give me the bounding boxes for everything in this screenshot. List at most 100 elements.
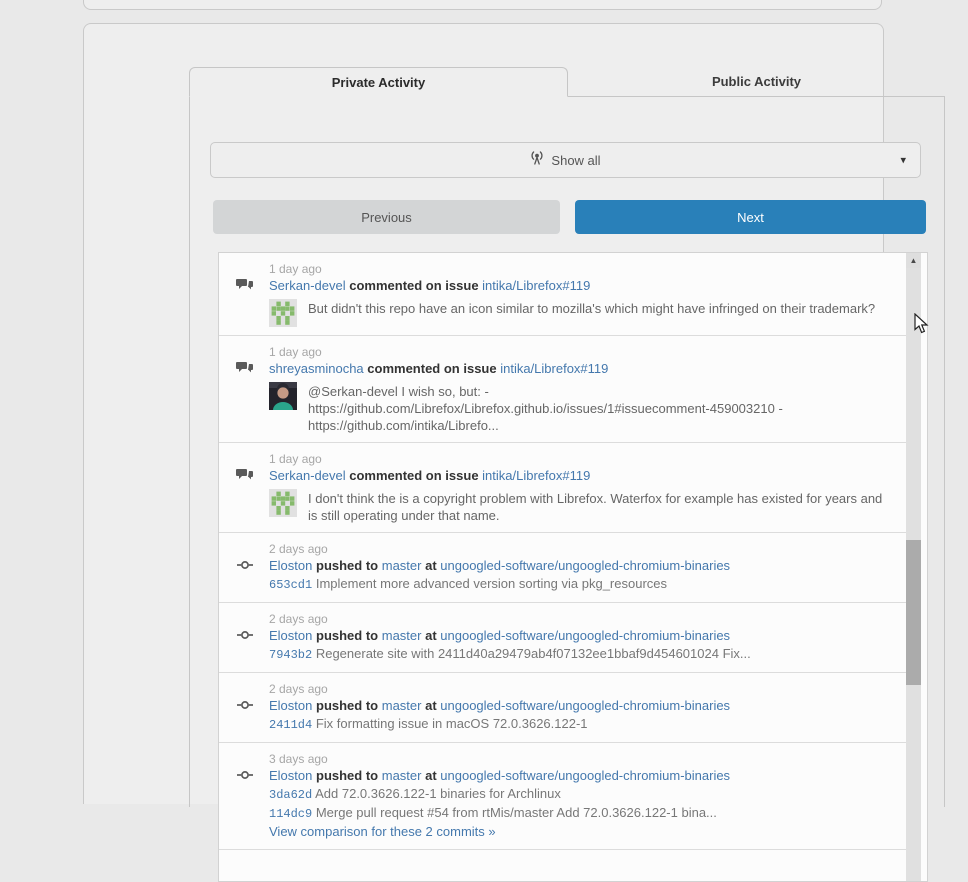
- activity-feed: 1 day ago Serkan-devel commented on issu…: [218, 252, 928, 882]
- at-text: at: [425, 768, 437, 783]
- commit-message: Merge pull request #54 from rtMis/master…: [312, 805, 717, 820]
- avatar[interactable]: [269, 382, 297, 410]
- commit-sha-link[interactable]: 7943b2: [269, 648, 312, 662]
- feed-item-body: 1 day ago Serkan-devel commented on issu…: [269, 451, 892, 524]
- timestamp: 1 day ago: [269, 452, 322, 466]
- timestamp: 2 days ago: [269, 612, 328, 626]
- actor-link[interactable]: shreyasminocha: [269, 361, 364, 376]
- scroll-up-arrow-icon[interactable]: ▲: [906, 253, 921, 268]
- timestamp: 2 days ago: [269, 542, 328, 556]
- commit-sha-link[interactable]: 114dc9: [269, 807, 312, 821]
- commit-line: 7943b2 Regenerate site with 2411d40a2947…: [269, 645, 892, 664]
- action-text: commented on issue: [367, 361, 497, 376]
- commit-line: 3da62d Add 72.0.3626.122-1 binaries for …: [269, 785, 892, 804]
- action-text: commented on issue: [349, 278, 479, 293]
- feed-item-push[interactable]: 2 days ago Eloston pushed to master at u…: [219, 673, 906, 743]
- repo-link[interactable]: ungoogled-software/ungoogled-chromium-bi…: [440, 558, 730, 573]
- actor-link[interactable]: Eloston: [269, 768, 312, 783]
- actor-link[interactable]: Eloston: [269, 558, 312, 573]
- feed-scrollbar[interactable]: ▲: [906, 253, 921, 881]
- actor-link[interactable]: Serkan-devel: [269, 468, 346, 483]
- event-line: Serkan-devel commented on issue intika/L…: [269, 467, 892, 485]
- at-text: at: [425, 558, 437, 573]
- timestamp: 1 day ago: [269, 262, 322, 276]
- feed-item-comment[interactable]: 1 day ago Serkan-devel commented on issu…: [219, 253, 906, 336]
- commit-list: 2411d4 Fix formatting issue in macOS 72.…: [269, 715, 892, 734]
- feed-item-body: 2 days ago Eloston pushed to master at u…: [269, 611, 892, 664]
- at-text: at: [425, 628, 437, 643]
- feed-item-push[interactable]: 3 days ago Eloston pushed to master at u…: [219, 743, 906, 850]
- at-text: at: [425, 698, 437, 713]
- action-text: pushed to: [316, 558, 379, 573]
- actor-link[interactable]: Eloston: [269, 628, 312, 643]
- activity-filter-dropdown[interactable]: Show all ▾: [210, 142, 921, 178]
- feed-rows: 1 day ago Serkan-devel commented on issu…: [219, 253, 906, 850]
- timestamp: 1 day ago: [269, 345, 322, 359]
- action-text: pushed to: [316, 768, 379, 783]
- event-line: Eloston pushed to master at ungoogled-so…: [269, 627, 892, 645]
- comment-text: But didn't this repo have an icon simila…: [308, 301, 876, 316]
- avatar[interactable]: [269, 299, 297, 327]
- branch-link[interactable]: master: [382, 558, 422, 573]
- next-button[interactable]: Next: [575, 200, 926, 234]
- issue-link[interactable]: intika/Librefox#119: [482, 468, 590, 483]
- feed-item-body: 1 day ago shreyasminocha commented on is…: [269, 344, 892, 434]
- event-line: Eloston pushed to master at ungoogled-so…: [269, 557, 892, 575]
- previous-button[interactable]: Previous: [213, 200, 560, 234]
- commit-message: Regenerate site with 2411d40a29479ab4f07…: [312, 646, 751, 661]
- commit-sha-link[interactable]: 2411d4: [269, 718, 312, 732]
- tab-private-activity[interactable]: Private Activity: [189, 67, 568, 97]
- comment-body: But didn't this repo have an icon simila…: [269, 299, 892, 327]
- commit-sha-link[interactable]: 3da62d: [269, 788, 312, 802]
- commit-message: Implement more advanced version sorting …: [312, 576, 668, 591]
- repo-link[interactable]: ungoogled-software/ungoogled-chromium-bi…: [440, 698, 730, 713]
- commit-list: 3da62d Add 72.0.3626.122-1 binaries for …: [269, 785, 892, 823]
- commit-line: 114dc9 Merge pull request #54 from rtMis…: [269, 804, 892, 823]
- feed-item-body: 2 days ago Eloston pushed to master at u…: [269, 541, 892, 594]
- comment-text: @Serkan-devel I wish so, but: - https://…: [308, 384, 783, 433]
- commit-sha-link[interactable]: 653cd1: [269, 578, 312, 592]
- filter-selected-value: Show all: [551, 152, 601, 168]
- comment-icon: [236, 360, 254, 378]
- activity-panel: Private Activity Public Activity Show al…: [83, 23, 945, 882]
- comment-body: @Serkan-devel I wish so, but: - https://…: [269, 382, 892, 434]
- event-line: Eloston pushed to master at ungoogled-so…: [269, 767, 892, 785]
- scrollbar-thumb[interactable]: [906, 540, 921, 685]
- timestamp: 2 days ago: [269, 682, 328, 696]
- avatar[interactable]: [269, 489, 297, 517]
- upper-card: [83, 0, 882, 10]
- actor-link[interactable]: Eloston: [269, 698, 312, 713]
- repo-link[interactable]: ungoogled-software/ungoogled-chromium-bi…: [440, 628, 730, 643]
- tab-public-activity[interactable]: Public Activity: [568, 67, 945, 97]
- commit-line: 2411d4 Fix formatting issue in macOS 72.…: [269, 715, 892, 734]
- commit-line: 653cd1 Implement more advanced version s…: [269, 575, 892, 594]
- comment-icon: [236, 277, 254, 295]
- issue-link[interactable]: intika/Librefox#119: [500, 361, 608, 376]
- feed-item-comment[interactable]: 1 day ago shreyasminocha commented on is…: [219, 336, 906, 443]
- view-comparison-link[interactable]: View comparison for these 2 commits »: [269, 823, 892, 841]
- commit-message: Add 72.0.3626.122-1 binaries for Archlin…: [312, 786, 561, 801]
- chevron-down-icon: ▾: [900, 154, 906, 167]
- feed-item-body: 3 days ago Eloston pushed to master at u…: [269, 751, 892, 841]
- feed-item-push[interactable]: 2 days ago Eloston pushed to master at u…: [219, 603, 906, 673]
- comment-body: I don't think the is a copyright problem…: [269, 489, 892, 524]
- commit-icon: [236, 557, 254, 575]
- commit-icon: [236, 627, 254, 645]
- branch-link[interactable]: master: [382, 768, 422, 783]
- commit-icon: [236, 767, 254, 785]
- actor-link[interactable]: Serkan-devel: [269, 278, 346, 293]
- event-line: Eloston pushed to master at ungoogled-so…: [269, 697, 892, 715]
- repo-link[interactable]: ungoogled-software/ungoogled-chromium-bi…: [440, 768, 730, 783]
- event-line: Serkan-devel commented on issue intika/L…: [269, 277, 892, 295]
- branch-link[interactable]: master: [382, 628, 422, 643]
- event-line: shreyasminocha commented on issue intika…: [269, 360, 892, 378]
- feed-item-body: 2 days ago Eloston pushed to master at u…: [269, 681, 892, 734]
- action-text: pushed to: [316, 628, 379, 643]
- tab-content: Show all ▾ Previous Next 1 day ago Serka…: [189, 97, 945, 882]
- comment-text: I don't think the is a copyright problem…: [308, 491, 883, 523]
- feed-item-push[interactable]: 2 days ago Eloston pushed to master at u…: [219, 533, 906, 603]
- feed-item-comment[interactable]: 1 day ago Serkan-devel commented on issu…: [219, 443, 906, 533]
- comment-icon: [236, 467, 254, 485]
- issue-link[interactable]: intika/Librefox#119: [482, 278, 590, 293]
- branch-link[interactable]: master: [382, 698, 422, 713]
